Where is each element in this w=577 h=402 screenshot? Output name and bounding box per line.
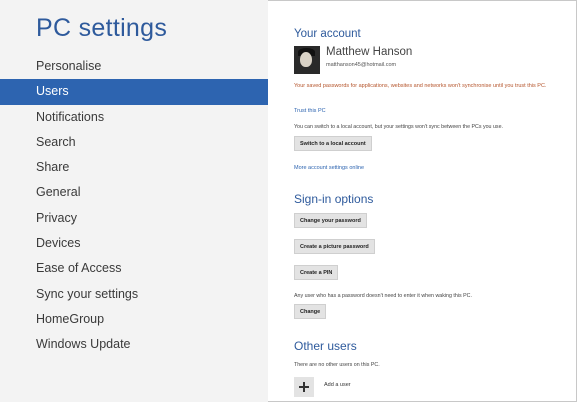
sidebar-item-search[interactable]: Search (0, 130, 268, 155)
sidebar-item-notifications[interactable]: Notifications (0, 105, 268, 130)
sidebar-nav: Personalise Users Notifications Search S… (0, 54, 268, 358)
user-email: matthanson45@hotmail.com (326, 62, 397, 68)
change-button[interactable]: Change (294, 304, 327, 319)
create-pin-button[interactable]: Create a PIN (294, 265, 339, 280)
sidebar-item-sync-settings[interactable]: Sync your settings (0, 282, 268, 307)
create-picture-password-button[interactable]: Create a picture password (294, 239, 375, 254)
add-user-label: Add a user (324, 382, 351, 388)
other-users-heading: Other users (294, 339, 357, 353)
trust-pc-link[interactable]: Trust this PC (294, 108, 326, 114)
main-content: Your account Matthew Hanson matthanson45… (294, 0, 572, 402)
page-title: PC settings (36, 14, 168, 42)
sidebar-item-ease-of-access[interactable]: Ease of Access (0, 256, 268, 281)
more-account-settings-link[interactable]: More account settings online (294, 165, 364, 171)
local-account-note: You can switch to a local account, but y… (294, 124, 503, 130)
avatar (294, 46, 320, 74)
sync-warning-text: Your saved passwords for applications, w… (294, 83, 547, 89)
sidebar-item-personalise[interactable]: Personalise (0, 54, 268, 79)
add-user-button[interactable]: Add a user (294, 377, 414, 397)
wake-password-note: Any user who has a password doesn't need… (294, 293, 472, 299)
sidebar-item-devices[interactable]: Devices (0, 231, 268, 256)
sidebar: PC settings Personalise Users Notificati… (0, 0, 268, 402)
sidebar-item-users[interactable]: Users (0, 79, 268, 105)
no-other-users-note: There are no other users on this PC. (294, 362, 380, 368)
sidebar-item-homegroup[interactable]: HomeGroup (0, 307, 268, 332)
sidebar-item-privacy[interactable]: Privacy (0, 206, 268, 231)
sign-in-options-heading: Sign-in options (294, 192, 374, 206)
sidebar-item-windows-update[interactable]: Windows Update (0, 332, 268, 357)
your-account-heading: Your account (294, 28, 361, 40)
change-password-button[interactable]: Change your password (294, 213, 367, 228)
switch-local-account-button[interactable]: Switch to a local account (294, 136, 372, 151)
plus-icon (294, 377, 314, 397)
sidebar-item-general[interactable]: General (0, 180, 268, 205)
sidebar-item-share[interactable]: Share (0, 155, 268, 180)
user-name: Matthew Hanson (326, 46, 413, 58)
